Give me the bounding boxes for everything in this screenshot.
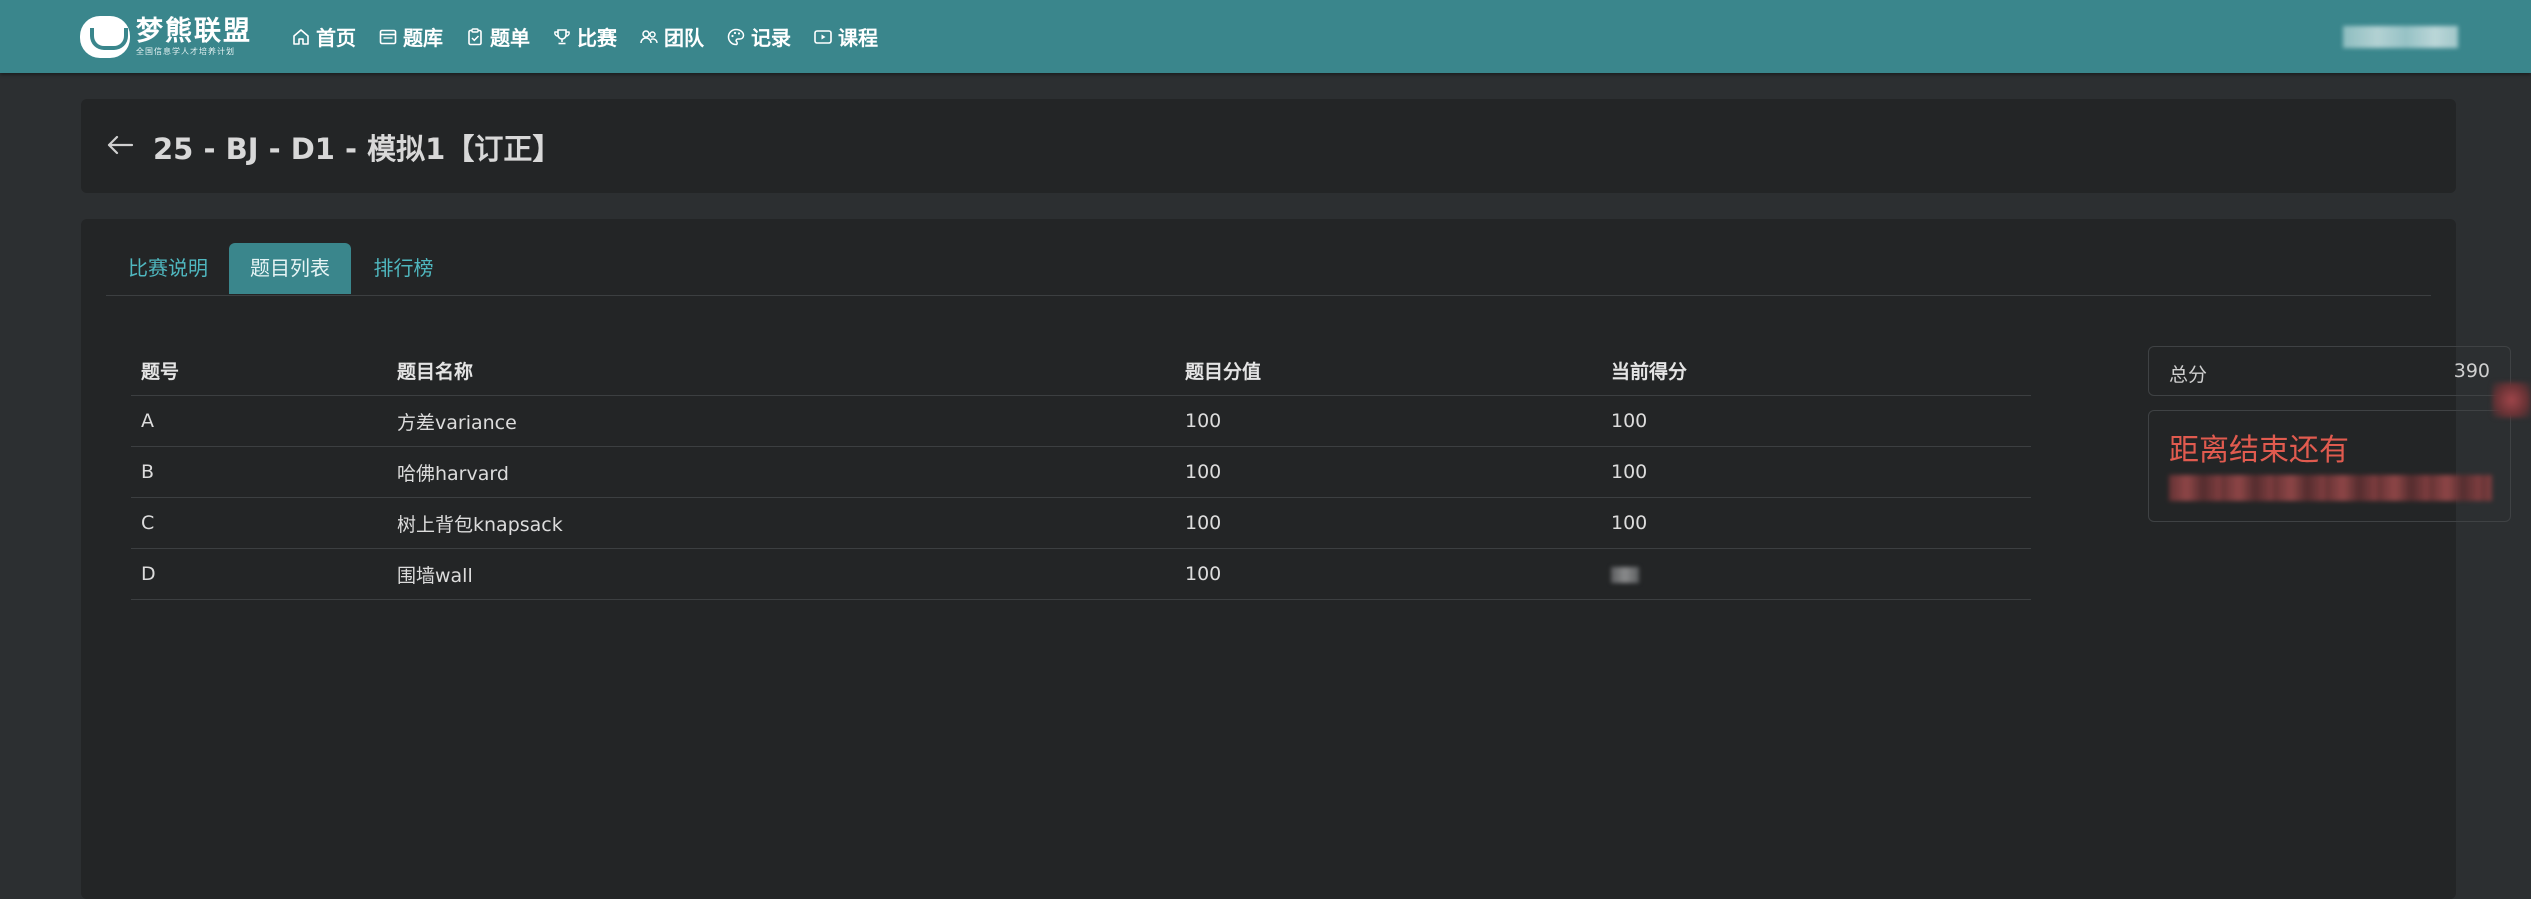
problem-table: 题号 题目名称 题目分值 当前得分 A 方差variance 100 100 B… [131,345,2031,600]
nav-label: 题库 [403,26,443,50]
total-score-panel: 总分 390 [2148,346,2511,396]
countdown-panel: 距离结束还有 [2148,410,2511,522]
table-row[interactable]: D 围墙wall 100 [131,548,2031,600]
header-problem-id: 题号 [131,345,387,396]
table-row[interactable]: A 方差variance 100 100 [131,395,2031,447]
problem-score: 100 [1601,497,2031,549]
problem-name-link[interactable]: 方差variance [387,395,1175,447]
nav-item-problem-bank[interactable]: 题库 [378,22,443,51]
tab-ranking[interactable]: 排行榜 [351,243,456,294]
clipboard-icon [465,27,485,47]
table-row[interactable]: C 树上背包knapsack 100 100 [131,497,2031,549]
nav-item-courses[interactable]: 课程 [813,22,878,51]
problem-points: 100 [1175,395,1601,447]
logo-text: 梦熊联盟 全国信息学人才培养计划 [136,17,252,57]
problem-points: 100 [1175,548,1601,600]
nav-item-home[interactable]: 首页 [291,22,356,51]
tab-problem-list[interactable]: 题目列表 [229,243,351,294]
problem-score: 100 [1601,446,2031,498]
problem-points: 100 [1175,446,1601,498]
nav-label: 记录 [751,26,791,50]
nav-item-problem-list[interactable]: 题单 [465,22,530,51]
header-problem-points: 题目分值 [1175,345,1601,396]
team-icon [639,27,659,47]
contest-title: 25 - BJ - D1 - 模拟1【订正】 [153,132,562,166]
video-icon [813,27,833,47]
problem-bank-icon [378,27,398,47]
nav-label: 课程 [838,26,878,50]
nav-label: 团队 [664,26,704,50]
problem-points: 100 [1175,497,1601,549]
problem-name-link[interactable]: 哈佛harvard [387,446,1175,498]
nav-label: 题单 [490,26,530,50]
problem-score-hidden [1601,548,2031,600]
brand-logo[interactable]: 梦熊联盟 全国信息学人才培养计划 [80,14,252,60]
total-score-label: 总分 [2169,364,2208,386]
tab-contest-info[interactable]: 比赛说明 [106,243,230,294]
problem-id: D [131,548,387,600]
contest-header: 25 - BJ - D1 - 模拟1【订正】 [81,99,2456,193]
countdown-label: 距离结束还有 [2169,433,2349,468]
blurred-score [1611,566,1639,583]
problem-name-link[interactable]: 围墙wall [387,548,1175,600]
home-icon [291,27,311,47]
nav-label: 首页 [316,26,356,50]
header-problem-name: 题目名称 [387,345,1175,396]
top-navbar: 梦熊联盟 全国信息学人才培养计划 首页 题库 题单 比赛 团队 记录 课程 [0,0,2531,73]
main-nav: 首页 题库 题单 比赛 团队 记录 课程 [291,0,900,73]
brand-title: 梦熊联盟 [136,16,252,47]
brand-subtitle: 全国信息学人才培养计划 [136,47,235,56]
countdown-timer-blurred [2169,475,2492,501]
table-row[interactable]: B 哈佛harvard 100 100 [131,446,2031,498]
floating-widget-icon[interactable] [2492,382,2531,418]
nav-item-team[interactable]: 团队 [639,22,704,51]
total-score-value: 390 [2453,360,2490,382]
header-current-score: 当前得分 [1601,345,2031,396]
contest-tabs: 比赛说明 题目列表 排行榜 [106,243,2431,296]
problem-id: B [131,446,387,498]
trophy-icon [552,27,572,47]
nav-label: 比赛 [577,26,617,50]
table-header-row: 题号 题目名称 题目分值 当前得分 [131,345,2031,396]
user-menu-avatar[interactable] [2343,26,2458,48]
problem-id: C [131,497,387,549]
logo-mark-icon [80,16,130,58]
palette-icon [726,27,746,47]
back-arrow-icon[interactable] [105,132,135,158]
problem-id: A [131,395,387,447]
problem-score: 100 [1601,395,2031,447]
problem-name-link[interactable]: 树上背包knapsack [387,497,1175,549]
contest-body: 比赛说明 题目列表 排行榜 题号 题目名称 题目分值 当前得分 A 方差vari… [81,219,2511,899]
nav-item-contests[interactable]: 比赛 [552,22,617,51]
nav-item-records[interactable]: 记录 [726,22,791,51]
